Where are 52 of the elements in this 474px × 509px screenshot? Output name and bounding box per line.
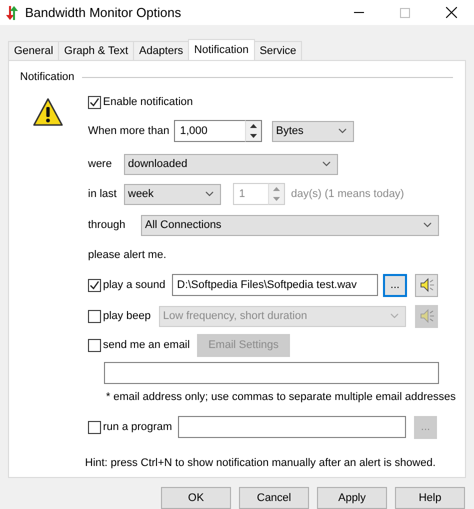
tab[interactable]: Service (254, 41, 302, 60)
close-icon (446, 7, 456, 18)
checkbox-label: play a sound (103, 279, 166, 291)
field-label: When more than (88, 125, 170, 137)
play-beep-button[interactable] (415, 304, 438, 328)
tab[interactable]: Notification (188, 39, 255, 60)
email-field[interactable] (104, 362, 439, 384)
triangle-up-icon (273, 187, 280, 191)
minimize-icon (354, 12, 364, 13)
dropdown[interactable]: All Connections (141, 214, 439, 236)
browse-button[interactable]: ... (383, 274, 407, 296)
chevron-down-icon (390, 313, 399, 319)
window-title: Bandwidth Monitor Options (25, 5, 182, 20)
dialog-button[interactable]: OK (161, 487, 231, 509)
warning-icon (33, 97, 63, 127)
checkbox[interactable] (88, 278, 101, 292)
field-label: through (88, 219, 126, 231)
program-path-field[interactable] (178, 416, 406, 438)
chevron-down-icon (205, 191, 214, 197)
chevron-down-icon (423, 222, 432, 228)
dialog-button[interactable]: Help (395, 487, 465, 509)
spin-down-button[interactable] (246, 131, 261, 141)
dialog-button[interactable]: Apply (317, 487, 387, 509)
play-sound-button[interactable] (415, 274, 438, 296)
triangle-down-icon (273, 197, 280, 201)
field-label: in last (88, 188, 118, 200)
triangle-down-icon (250, 134, 257, 138)
section-label: please alert me. (88, 249, 166, 261)
app-icon (5, 4, 19, 20)
speaker-icon (418, 277, 434, 293)
dropdown[interactable]: Bytes (272, 120, 354, 142)
triangle-up-icon (250, 124, 257, 128)
maximize-icon (400, 8, 410, 18)
hint-text: Hint: press Ctrl+N to show notification manually after an alert is showed. (85, 457, 436, 469)
dropdown[interactable]: downloaded (124, 154, 338, 174)
speaker-icon (418, 308, 434, 324)
checkbox[interactable] (88, 96, 101, 108)
spin-up-button[interactable] (246, 121, 261, 131)
chevron-down-icon (322, 161, 331, 167)
dialog-button[interactable]: Cancel (239, 487, 309, 509)
field-label: were (88, 158, 113, 170)
checkbox-label: send me an email (103, 339, 191, 351)
checkbox-label: Enable notification (103, 96, 193, 108)
checkbox-label: run a program (103, 421, 174, 433)
email-note: * email address only; use commas to separate multiple email addresses (106, 391, 456, 403)
chevron-down-icon (338, 128, 347, 134)
checkbox-label: play beep (103, 310, 152, 322)
tab[interactable]: General (8, 41, 60, 60)
number-field[interactable]: 1,000 (174, 120, 245, 142)
group-title: Notification (20, 71, 74, 83)
file-path-field[interactable]: D:\Softpedia Files\Softpedia test.wav (172, 274, 378, 296)
hint-text: day(s) (1 means today) (291, 188, 404, 200)
